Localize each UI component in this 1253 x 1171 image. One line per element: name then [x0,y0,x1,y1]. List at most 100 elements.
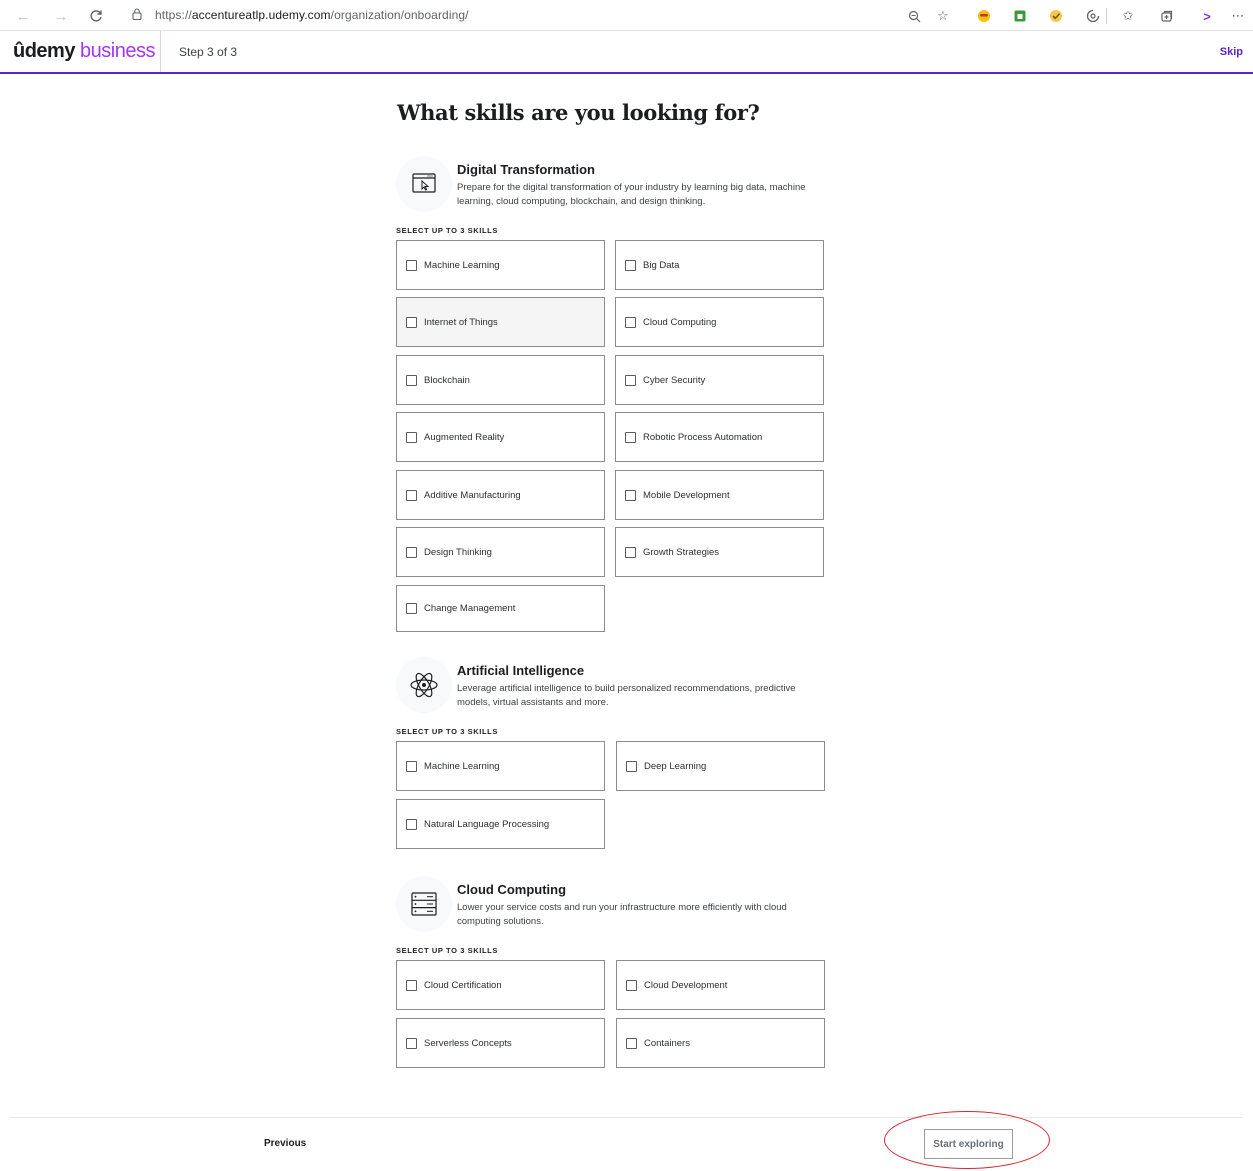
checkbox[interactable] [406,760,417,772]
select-limit-label: SELECT UP TO 3 SKILLS [396,727,498,736]
section-digital-transformation: Digital Transformation Prepare for the d… [396,156,828,636]
skill-label: Containers [644,1037,690,1049]
forward-arrow-icon[interactable]: → [50,5,72,27]
skill-label: Cyber Security [643,374,706,386]
skill-augmented-reality[interactable]: Augmented Reality [396,412,605,462]
skill-containers[interactable]: Containers [616,1018,825,1068]
app-header: ûdemy business Step 3 of 3 Skip [0,31,1253,74]
checkbox[interactable] [406,259,417,271]
skill-label: Design Thinking [424,546,492,558]
header-divider [160,31,161,72]
checkbox[interactable] [406,431,417,443]
skill-cloud-development[interactable]: Cloud Development [616,960,825,1010]
checkbox[interactable] [625,546,636,558]
skill-label: Machine Learning [424,259,500,271]
skill-label: Augmented Reality [424,431,505,443]
checkbox[interactable] [406,374,417,386]
checkbox[interactable] [625,489,636,501]
skill-additive-manufacturing[interactable]: Additive Manufacturing [396,470,605,520]
extension-check-icon[interactable] [1046,6,1066,26]
section-title: Artificial Intelligence [457,663,585,678]
checkbox[interactable] [626,979,637,991]
checkbox[interactable] [406,546,417,558]
skill-label: Cloud Computing [643,316,717,328]
skill-machine-learning[interactable]: Machine Learning [396,240,605,290]
skill-serverless-concepts[interactable]: Serverless Concepts [396,1018,605,1068]
checkbox[interactable] [406,979,417,991]
skill-deep-learning[interactable]: Deep Learning [616,741,825,791]
skill-blockchain[interactable]: Blockchain [396,355,605,405]
favorites-icon[interactable]: ✩ [1118,6,1138,26]
select-limit-label: SELECT UP TO 3 SKILLS [396,946,498,955]
skill-robotic-process-automation[interactable]: Robotic Process Automation [615,412,824,462]
url-host: accentureatlp.udemy.com [191,8,331,22]
checkbox[interactable] [626,1037,637,1049]
checkbox[interactable] [406,1037,417,1049]
skill-label: Deep Learning [644,760,707,772]
skill-big-data[interactable]: Big Data [615,240,824,290]
url-prefix: https:// [155,8,192,22]
toolbar-divider [1106,8,1107,24]
section-title: Digital Transformation [457,162,595,177]
extension-puzzle-icon[interactable] [1083,6,1103,26]
page-title: What skills are you looking for? [397,100,760,125]
section-description: Leverage artificial intelligence to buil… [457,683,796,708]
add-favorite-icon[interactable]: ☆ [933,6,953,26]
section-cloud-computing: Cloud Computing Lower your service costs… [396,876,828,1072]
extension-arrow-icon[interactable]: > [1197,6,1217,26]
udemy-business-logo[interactable]: ûdemy business [13,40,155,63]
checkbox[interactable] [406,489,417,501]
checkbox[interactable] [406,316,417,328]
logo-udemy: ûdemy [13,40,75,62]
step-indicator: Step 3 of 3 [179,45,238,59]
skill-change-management[interactable]: Change Management [396,585,605,632]
url-path: /organization/onboarding/ [330,8,469,22]
address-bar[interactable]: https://accentureatlp.udemy.com/organiza… [155,8,469,22]
skill-cyber-security[interactable]: Cyber Security [615,355,824,405]
skill-label: Serverless Concepts [424,1037,512,1049]
skill-label: Cloud Certification [424,979,502,991]
browser-toolbar: ← → https://accentureatlp.udemy.com/orga… [0,0,1253,31]
checkbox[interactable] [625,431,636,443]
skill-cloud-computing[interactable]: Cloud Computing [615,297,824,347]
atom-icon [396,657,452,713]
skill-growth-strategies[interactable]: Growth Strategies [615,527,824,577]
checkbox[interactable] [406,818,417,830]
checkbox[interactable] [625,316,636,328]
skill-cloud-certification[interactable]: Cloud Certification [396,960,605,1010]
skill-machine-learning[interactable]: Machine Learning [396,741,605,791]
reload-icon[interactable] [85,5,107,27]
zoom-icon[interactable] [904,6,924,26]
skill-label: Robotic Process Automation [643,431,763,443]
checkbox[interactable] [406,603,417,614]
skill-label: Mobile Development [643,489,730,501]
section-description: Prepare for the digital transformation o… [457,182,806,207]
extension-green-icon[interactable] [1010,6,1030,26]
lock-icon[interactable] [130,7,146,23]
skill-label: Blockchain [424,374,470,386]
checkbox[interactable] [626,760,637,772]
skill-label: Growth Strategies [643,546,720,558]
extension-emoji-icon[interactable] [974,6,994,26]
skill-natural-language-processing[interactable]: Natural Language Processing [396,799,605,849]
skip-button[interactable]: Skip [1220,46,1243,58]
server-rack-icon [396,876,452,932]
skill-label: Change Management [424,603,516,614]
browser-cursor-icon [396,156,452,212]
skill-label: Natural Language Processing [424,818,550,830]
skill-label: Cloud Development [644,979,728,991]
skill-label: Big Data [643,259,680,271]
skill-label: Internet of Things [424,316,498,328]
collections-icon[interactable] [1157,6,1177,26]
previous-button[interactable]: Previous [264,1138,306,1149]
skill-mobile-development[interactable]: Mobile Development [615,470,824,520]
skill-design-thinking[interactable]: Design Thinking [396,527,605,577]
checkbox[interactable] [625,374,636,386]
checkbox[interactable] [625,259,636,271]
section-title: Cloud Computing [457,882,567,897]
skill-label: Additive Manufacturing [424,489,521,501]
more-menu-icon[interactable]: ⋯ [1228,6,1248,26]
footer-divider [10,1117,1243,1118]
back-arrow-icon[interactable]: ← [12,5,34,27]
skill-internet-of-things[interactable]: Internet of Things [396,297,605,347]
